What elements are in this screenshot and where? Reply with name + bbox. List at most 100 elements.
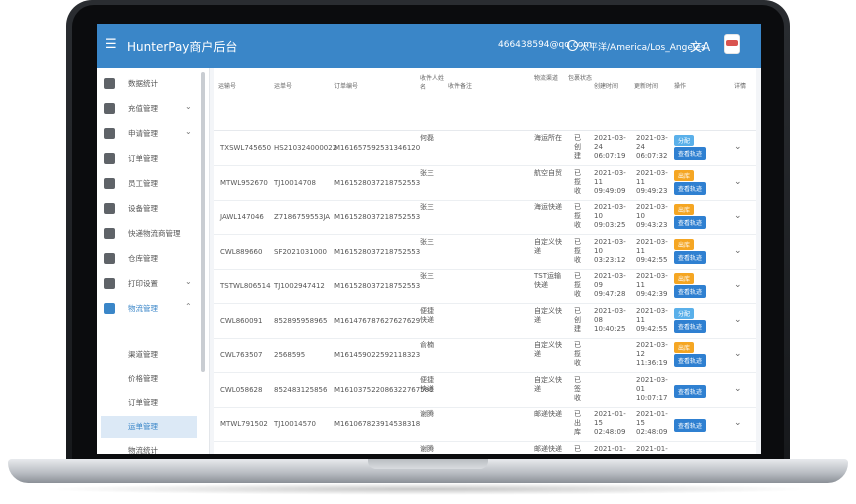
view-track-button[interactable]: 查看轨迹 — [674, 147, 707, 160]
sidebar-item-1[interactable]: 充值管理 ⌄ — [97, 97, 201, 121]
transport-number: MTWL791502 — [220, 420, 268, 428]
table-row[interactable]: JAWL147046 Z7186759553JA M1615280372187525… — [214, 200, 756, 235]
store-icon — [104, 153, 115, 164]
sidebar-subitem-4[interactable]: 物流统计 — [97, 440, 201, 454]
table-row[interactable]: TSTWL806514 TJ1002947412 M1615280372187525… — [214, 269, 756, 304]
package-status: 已揽收 — [574, 341, 581, 367]
recipient-name: 俞楠 — [420, 341, 434, 349]
expand-chevron-icon[interactable]: ⌄ — [734, 349, 742, 359]
sidebar-item-7[interactable]: 仓库管理 — [97, 247, 201, 271]
package-status: 已创建 — [574, 134, 581, 160]
order-number: M161067823914538318 — [334, 420, 421, 428]
action-tag-button[interactable]: 分配 — [674, 135, 695, 146]
table-row[interactable]: MTWL952670 TJ10014708 M161528037218752553 张… — [214, 166, 756, 201]
laptop-shadow — [40, 483, 816, 495]
sidebar-item-4[interactable]: 员工管理 — [97, 172, 201, 196]
expand-chevron-icon[interactable]: ⌄ — [734, 280, 742, 290]
expand-chevron-icon[interactable]: ⌄ — [734, 384, 742, 394]
transport-number: MTWL952670 — [220, 178, 268, 187]
created-time: 2021-03-08 10:40:25 — [594, 306, 626, 333]
sidebar-item-2[interactable]: 申请管理 ⌄ — [97, 122, 201, 146]
expand-chevron-icon[interactable]: ⌄ — [734, 418, 742, 428]
table-row[interactable]: TXSWL745650 HS210324000022 M16165759253134… — [214, 131, 756, 166]
column-header: 包裹状态 — [568, 75, 593, 82]
expand-chevron-icon[interactable]: ⌄ — [734, 315, 742, 325]
sidebar-subitem-1[interactable]: 价格管理 — [97, 368, 201, 390]
view-track-button[interactable]: 查看轨迹 — [674, 319, 707, 333]
box-icon — [104, 303, 115, 314]
package-status: 已签收 — [574, 375, 581, 402]
package-status: 已创建 — [574, 306, 581, 333]
sidebar-item-label: 订单管理 — [128, 154, 158, 163]
gavel-icon — [104, 128, 115, 139]
expand-chevron-icon[interactable]: ⌄ — [734, 246, 742, 256]
sidebar-subitem-0[interactable]: 渠道管理 — [97, 344, 201, 366]
waybill-number: Z7186759553JA — [274, 213, 331, 221]
updated-time: 2021-03-24 06:07:32 — [636, 134, 668, 160]
action-tag-button[interactable]: 出库 — [674, 238, 695, 250]
translate-icon[interactable]: 文A — [690, 38, 710, 55]
action-tag-button[interactable]: 出库 — [674, 169, 695, 181]
action-tag-button[interactable]: 出库 — [674, 273, 695, 284]
updated-time: 2021-03-11 09:42:55 — [636, 306, 668, 333]
sidebar-item-6[interactable]: 快递物流商管理 — [97, 222, 201, 246]
timezone-selector[interactable]: 太平洋/America/Los_Angeles — [567, 40, 706, 53]
logistics-channel: 自定义快递 — [534, 237, 562, 255]
sidebar-item-9[interactable]: 物流管理 ⌃ — [97, 297, 201, 321]
expand-chevron-icon[interactable]: ⌄ — [734, 211, 742, 221]
sidebar-scrollbar[interactable] — [201, 72, 205, 372]
sidebar-item-label: 员工管理 — [128, 179, 158, 188]
view-track-button[interactable]: 查看轨迹 — [674, 216, 707, 229]
order-number: M161528037218752553 — [334, 213, 421, 221]
sidebar-subitem-label: 物流统计 — [128, 446, 158, 454]
column-header: 订单编号 — [334, 83, 359, 90]
table-row[interactable]: MTWL415757TJ10014566M161067829184485319谢… — [214, 442, 756, 455]
table-row[interactable]: CWL763507 2568595 M161459022592118323 俞楠 自定义… — [214, 338, 756, 373]
transport-number: TXSWL745650 — [220, 144, 272, 152]
chevron-icon: ⌄ — [185, 277, 192, 286]
created-time: 2021-03-09 09:47:28 — [594, 272, 626, 298]
view-track-button[interactable]: 查看轨迹 — [674, 181, 707, 195]
recipient-name: 张三 — [420, 272, 434, 280]
avatar[interactable] — [724, 34, 740, 54]
action-tag-button[interactable]: 出库 — [674, 204, 695, 215]
view-track-button[interactable]: 查看轨迹 — [674, 354, 707, 367]
action-tag-button[interactable]: 出库 — [674, 342, 695, 353]
sidebar-subitem-2[interactable]: 订单管理 — [97, 392, 201, 414]
transport-number: CWL860091 — [220, 316, 263, 325]
view-track-button[interactable]: 查看轨迹 — [674, 250, 707, 264]
column-header: 运单号 — [274, 83, 293, 90]
chevron-icon: ⌄ — [185, 127, 192, 136]
action-tag-button[interactable]: 分配 — [674, 307, 695, 319]
table-row[interactable]: CWL889660 SF2021031000 M161528037218752553… — [214, 235, 756, 270]
sidebar-subitem-3[interactable]: 运单管理 — [101, 416, 197, 438]
view-track-button[interactable]: 查看轨迹 — [674, 285, 707, 298]
updated-time: 2021-03-11 09:42:39 — [636, 272, 668, 298]
sidebar-item-label: 数据统计 — [128, 79, 158, 88]
column-header: 创建时间 — [594, 83, 619, 90]
sidebar-item-8[interactable]: 打印设置 ⌄ — [97, 272, 201, 296]
top-bar: ☰ HunterPay商户后台 466438594@qq.com 太平洋/Ame… — [97, 24, 761, 68]
view-track-button[interactable]: 查看轨迹 — [674, 384, 707, 398]
expand-chevron-icon[interactable]: ⌄ — [734, 142, 742, 152]
sidebar-item-5[interactable]: 设备管理 — [97, 197, 201, 221]
table-row[interactable]: CWL860091 852895958965 M161476787627627629… — [214, 304, 756, 339]
hamburger-menu-icon[interactable]: ☰ — [105, 38, 119, 52]
column-header: 运输号 — [218, 83, 237, 90]
sidebar-item-0[interactable]: 数据统计 — [97, 72, 201, 96]
recipient-name: 张三 — [420, 203, 434, 211]
updated-time: 2021-03-11 09:42:55 — [636, 237, 668, 264]
table-row[interactable]: MTWL791502 TJ10014570 M161067823914538318 谢… — [214, 407, 756, 442]
people-icon — [104, 178, 115, 189]
view-track-button[interactable]: 查看轨迹 — [674, 453, 707, 454]
view-track-button[interactable]: 查看轨迹 — [674, 419, 707, 432]
table-row[interactable]: CWL058628 852483125856 M161037522086322767… — [214, 373, 756, 408]
table-header: 运输号 运单号 订单编号 收件人姓名 收件备注 物流渠道 包裹状态 创建时间 更新时间 操作 详情 — [214, 68, 756, 131]
updated-time: 2021-03-01 10:07:17 — [636, 375, 668, 402]
order-number: M161476787627627629 — [334, 316, 421, 325]
sidebar-item-3[interactable]: 订单管理 — [97, 147, 201, 171]
expand-chevron-icon[interactable]: ⌄ — [734, 453, 742, 455]
expand-chevron-icon[interactable]: ⌄ — [734, 177, 742, 187]
logistics-channel: 海运快递 — [534, 203, 562, 211]
sidebar-subitem-label: 运单管理 — [128, 422, 158, 431]
